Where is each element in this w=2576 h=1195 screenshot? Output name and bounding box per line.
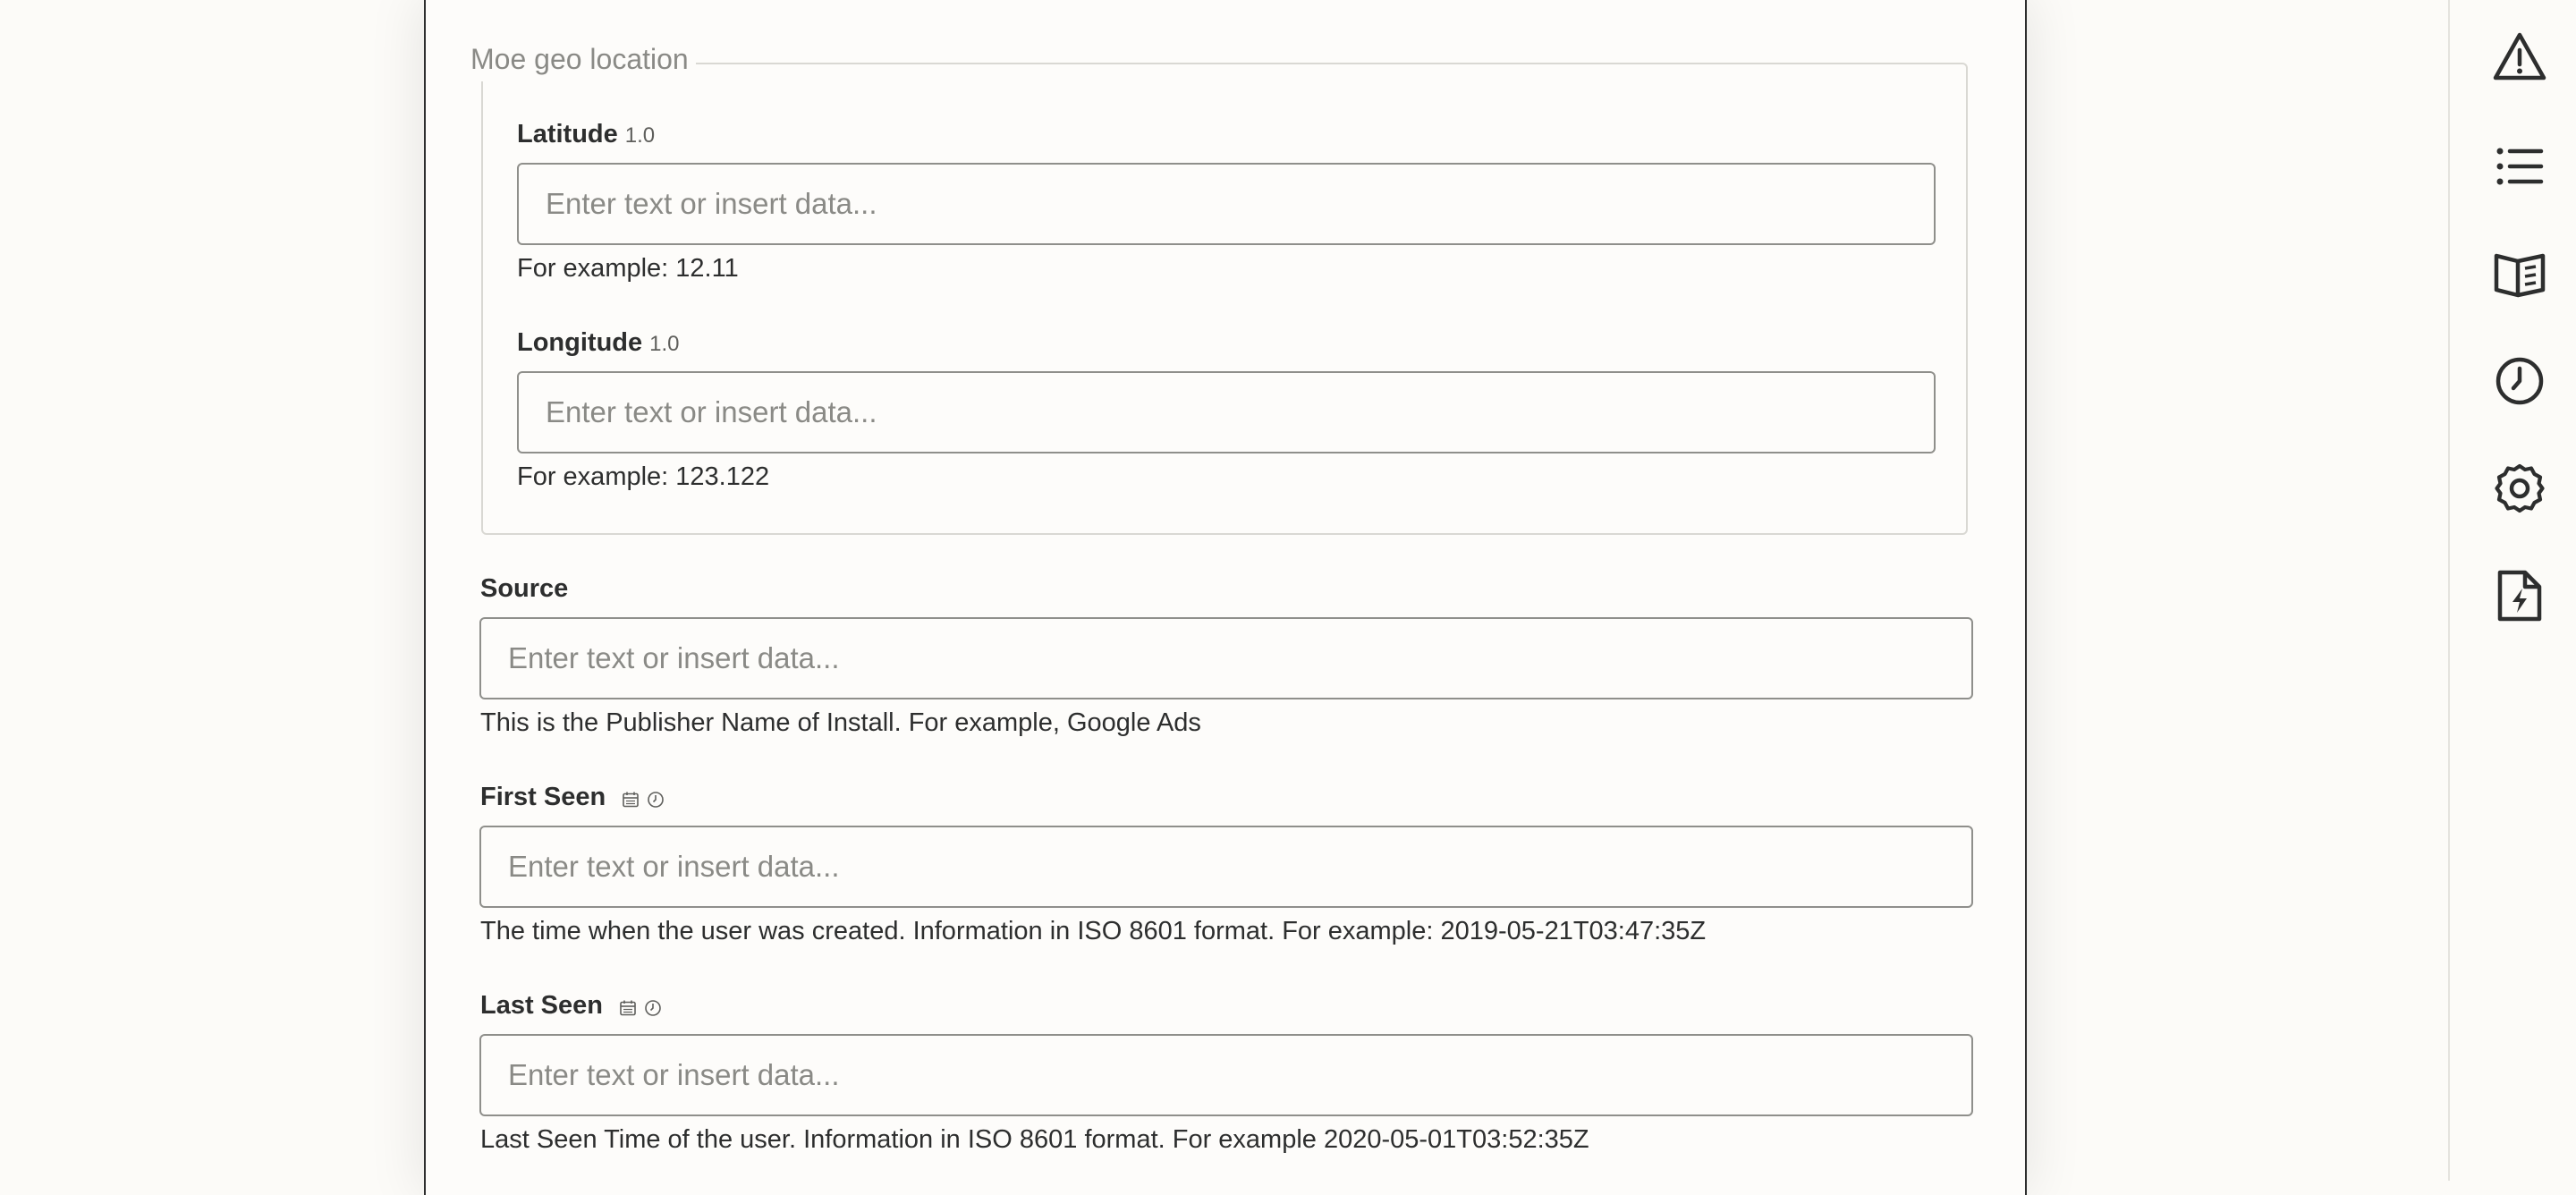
- longitude-input[interactable]: [517, 371, 1936, 453]
- last-seen-input[interactable]: [479, 1034, 1973, 1116]
- zap-file-icon: [2497, 570, 2542, 622]
- alerts-button[interactable]: [2490, 28, 2549, 87]
- latitude-label: Latitude 1.0: [517, 116, 655, 154]
- form-panel: Moe geo location Latitude1.0 For example…: [424, 0, 2027, 1195]
- datetime-type-icons: [619, 988, 662, 1024]
- first-seen-input[interactable]: [479, 826, 1973, 908]
- latitude-version: 1.0: [624, 123, 656, 148]
- gear-icon: [2495, 463, 2545, 513]
- clock-icon: [648, 791, 665, 808]
- calendar-icon: [620, 1000, 636, 1015]
- last-seen-label: Last Seen: [480, 987, 662, 1024]
- warning-icon: [2493, 32, 2546, 81]
- first-seen-help: The time when the user was created. Info…: [480, 917, 1707, 945]
- longitude-label: Longitude 1.0: [517, 325, 680, 362]
- longitude-version: 1.0: [649, 332, 680, 356]
- history-button[interactable]: [2490, 352, 2549, 411]
- zap-details-button[interactable]: [2490, 566, 2549, 625]
- latitude-help: For example: 12.11: [517, 254, 739, 283]
- right-sidebar: [2448, 0, 2576, 1181]
- source-label: Source: [480, 571, 568, 606]
- geo-location-legend: Moe geo location: [463, 37, 696, 81]
- clock-icon: [2496, 357, 2544, 405]
- longitude-help: For example: 123.122: [517, 462, 770, 491]
- source-label-text: Source: [480, 574, 569, 603]
- longitude-label-text: Longitude: [517, 328, 643, 357]
- list-icon: [2496, 148, 2544, 185]
- source-help: This is the Publisher Name of Install. F…: [480, 708, 1201, 737]
- first-seen-label-text: First Seen: [480, 783, 606, 811]
- calendar-icon: [623, 792, 640, 807]
- outline-button[interactable]: [2490, 137, 2549, 196]
- last-seen-label-text: Last Seen: [480, 991, 603, 1020]
- settings-button[interactable]: [2490, 459, 2549, 518]
- clock-icon: [645, 999, 661, 1016]
- source-input[interactable]: [479, 617, 1973, 699]
- book-icon: [2494, 253, 2546, 298]
- latitude-input[interactable]: [517, 163, 1936, 245]
- first-seen-label: First Seen: [480, 779, 665, 816]
- last-seen-help: Last Seen Time of the user. Information …: [480, 1125, 1589, 1154]
- guide-button[interactable]: [2490, 244, 2549, 303]
- datetime-type-icons: [622, 780, 665, 816]
- latitude-label-text: Latitude: [517, 120, 618, 148]
